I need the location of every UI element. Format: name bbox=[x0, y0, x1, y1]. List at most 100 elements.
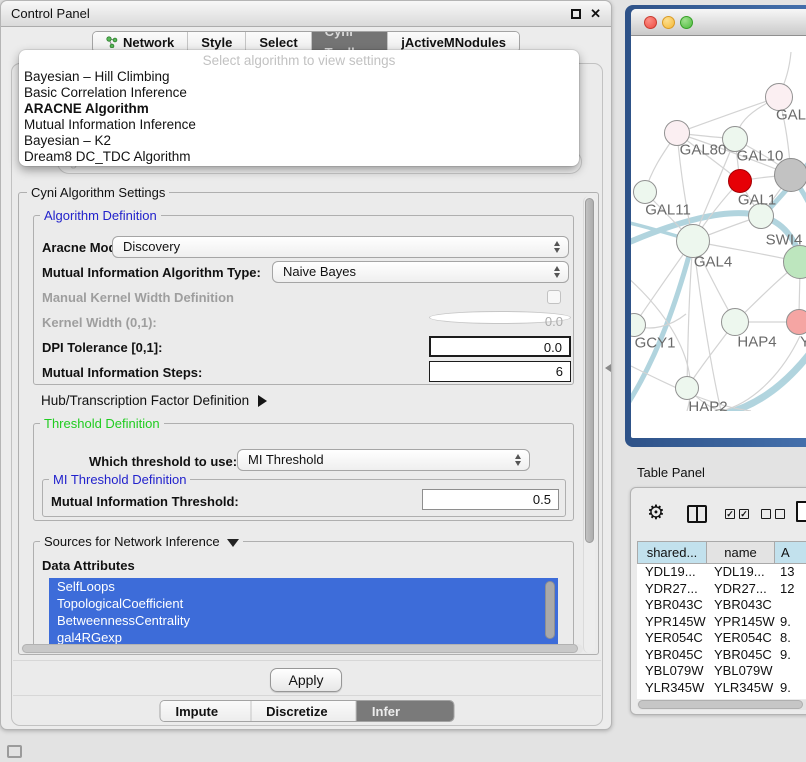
tab-infer-network[interactable]: Infer Network bbox=[357, 701, 454, 721]
network-node-gal11[interactable] bbox=[633, 180, 657, 204]
network-node-hap4[interactable] bbox=[721, 308, 749, 336]
checked-checkbox-icon[interactable]: ✓ bbox=[725, 509, 735, 519]
cell[interactable]: YDR27... bbox=[637, 581, 707, 598]
menu-item[interactable]: Mutual Information Inference bbox=[19, 117, 579, 133]
table-row[interactable]: YIL052CYIL052C9 bbox=[637, 696, 806, 699]
scrollbar-thumb[interactable] bbox=[638, 700, 803, 709]
checked-checkbox-icon[interactable]: ✓ bbox=[739, 509, 749, 519]
table-row[interactable]: YBR043CYBR043C bbox=[637, 597, 806, 614]
cell[interactable]: YER054C bbox=[707, 630, 775, 647]
tab-select[interactable]: Select bbox=[246, 32, 311, 52]
minimized-panel-icon[interactable] bbox=[7, 745, 22, 758]
list-item[interactable]: BetweennessCentrality bbox=[49, 612, 558, 629]
table-row[interactable]: YER054CYER054C8. bbox=[637, 630, 806, 647]
cell[interactable]: YPR145W bbox=[707, 614, 775, 631]
tab-style[interactable]: Style bbox=[188, 32, 246, 52]
expand-right-icon[interactable] bbox=[258, 395, 267, 407]
mi-type-combobox[interactable]: Naive Bayes bbox=[272, 261, 569, 283]
combobox-value: Discovery bbox=[123, 239, 180, 254]
menu-item[interactable]: Dream8 DC_TDC Algorithm bbox=[19, 149, 579, 165]
cell[interactable]: 9. bbox=[775, 680, 806, 697]
cell[interactable]: 9. bbox=[775, 647, 806, 664]
table-horizontal-scrollbar[interactable] bbox=[637, 700, 806, 710]
cell[interactable]: YLR345W bbox=[707, 680, 775, 697]
cell[interactable]: 8. bbox=[775, 630, 806, 647]
gear-icon[interactable]: ⚙ bbox=[647, 500, 665, 525]
network-node-selected-red[interactable] bbox=[728, 169, 752, 193]
control-panel-titlebar[interactable]: Control Panel ✕ bbox=[1, 1, 611, 27]
menu-item[interactable]: Bayesian – K2 bbox=[19, 133, 579, 149]
cell[interactable]: YBR043C bbox=[707, 597, 775, 614]
float-window-icon[interactable] bbox=[571, 9, 581, 19]
collapse-down-icon[interactable] bbox=[227, 539, 239, 547]
table-row[interactable]: YDL19...YDL19...13 bbox=[637, 564, 806, 581]
tab-network[interactable]: Network bbox=[93, 32, 188, 52]
cell[interactable]: 12 bbox=[775, 581, 806, 598]
dpi-tolerance-field[interactable]: 0.0 bbox=[429, 336, 571, 357]
menu-item[interactable]: Bayesian – Hill Climbing bbox=[19, 69, 579, 85]
cell[interactable]: 9 bbox=[775, 696, 806, 699]
list-scrollbar[interactable] bbox=[545, 581, 555, 639]
cell[interactable]: YDR27... bbox=[707, 581, 775, 598]
sources-toggle[interactable]: Sources for Network Inference bbox=[40, 534, 243, 549]
which-threshold-combobox[interactable]: MI Threshold bbox=[237, 449, 530, 471]
aracne-mode-combobox[interactable]: Discovery bbox=[112, 236, 569, 258]
close-icon[interactable]: ✕ bbox=[590, 8, 601, 20]
cell[interactable]: YIL052C bbox=[637, 696, 707, 699]
cell[interactable]: YBR045C bbox=[637, 647, 707, 664]
network-node-hap2[interactable] bbox=[675, 376, 699, 400]
node-label: GAL11 bbox=[645, 202, 691, 219]
tab-impute-data[interactable]: Impute Data bbox=[161, 701, 252, 721]
cell[interactable]: YLR345W bbox=[637, 680, 707, 697]
cell[interactable]: YBL079W bbox=[637, 663, 707, 680]
list-item[interactable]: SelfLoops bbox=[49, 578, 558, 595]
cell[interactable]: YBR045C bbox=[707, 647, 775, 664]
manual-kernel-checkbox[interactable] bbox=[547, 290, 561, 304]
unchecked-checkbox-icon[interactable] bbox=[775, 509, 785, 519]
column-header-name[interactable]: name bbox=[707, 541, 775, 564]
mi-steps-label: Mutual Information Steps: bbox=[42, 365, 202, 380]
menu-item[interactable]: Basic Correlation Inference bbox=[19, 85, 579, 101]
cell[interactable]: YDL19... bbox=[637, 564, 707, 581]
scrollbar-thumb[interactable] bbox=[585, 198, 594, 543]
close-traffic-light[interactable] bbox=[644, 16, 657, 29]
mi-type-label: Mutual Information Algorithm Type: bbox=[42, 265, 261, 280]
menu-item-selected[interactable]: ARACNE Algorithm bbox=[19, 101, 579, 117]
column-header-shared-name[interactable]: shared... bbox=[637, 541, 707, 564]
table-row[interactable]: YBL079WYBL079W bbox=[637, 663, 806, 680]
tab-cyni-toolbox[interactable]: Cyni Toolbox bbox=[312, 32, 389, 52]
cell[interactable]: 9. bbox=[775, 614, 806, 631]
columns-icon[interactable] bbox=[687, 505, 707, 523]
hub-definition-toggle[interactable]: Hub/Transcription Factor Definition bbox=[41, 393, 267, 408]
cell[interactable]: 13 bbox=[775, 564, 806, 581]
apply-button[interactable]: Apply bbox=[270, 668, 342, 692]
column-header-clipped[interactable]: A bbox=[775, 541, 806, 564]
settings-vertical-scrollbar[interactable] bbox=[583, 196, 595, 653]
mi-threshold-field[interactable]: 0.5 bbox=[422, 489, 559, 510]
cell[interactable]: YER054C bbox=[637, 630, 707, 647]
panel-collapse-handle[interactable] bbox=[605, 364, 611, 372]
table-row[interactable]: YDR27...YDR27...12 bbox=[637, 581, 806, 598]
scrollbar-thumb[interactable] bbox=[22, 644, 578, 653]
tab-jactivemnodules[interactable]: jActiveMNodules bbox=[388, 32, 519, 52]
zoom-traffic-light[interactable] bbox=[680, 16, 693, 29]
cell[interactable]: YPR145W bbox=[637, 614, 707, 631]
minimize-traffic-light[interactable] bbox=[662, 16, 675, 29]
network-canvas[interactable]: GAL GAL80 GAL10 GAL11 GAL1 SWI4 GAL4 GCY… bbox=[631, 36, 806, 411]
kernel-width-field[interactable]: 0.0 bbox=[429, 311, 571, 324]
cell[interactable]: YIL052C bbox=[707, 696, 775, 699]
table-row[interactable]: YBR045CYBR045C9. bbox=[637, 647, 806, 664]
cell[interactable]: YDL19... bbox=[707, 564, 775, 581]
cell[interactable]: YBR043C bbox=[637, 597, 707, 614]
unchecked-checkbox-icon[interactable] bbox=[761, 509, 771, 519]
document-icon[interactable] bbox=[796, 501, 806, 522]
network-window-titlebar[interactable] bbox=[631, 9, 806, 36]
list-item[interactable]: TopologicalCoefficient bbox=[49, 595, 558, 612]
mi-steps-field[interactable]: 6 bbox=[429, 361, 571, 382]
table-row[interactable]: YPR145WYPR145W9. bbox=[637, 614, 806, 631]
tab-discretize-data[interactable]: Discretize Data bbox=[251, 701, 357, 721]
cell[interactable]: YBL079W bbox=[707, 663, 775, 680]
settings-horizontal-scrollbar[interactable] bbox=[21, 644, 583, 654]
table-row[interactable]: YLR345WYLR345W9. bbox=[637, 680, 806, 697]
network-node-salmon[interactable] bbox=[786, 309, 806, 335]
